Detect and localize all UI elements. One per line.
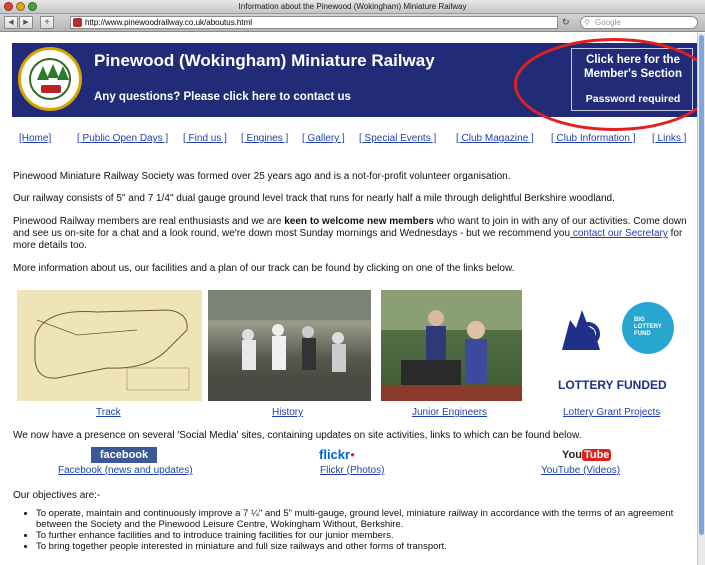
browser-toolbar: ◀ ▶ + http://www.pinewoodrailway.co.uk/a…	[0, 14, 705, 32]
history-photo[interactable]	[208, 290, 371, 401]
favicon-icon	[73, 18, 82, 27]
nav-engines[interactable]: [ Engines ]	[241, 133, 288, 144]
society-logo-icon[interactable]	[18, 47, 82, 111]
nav-club-information[interactable]: [ Club Information ]	[551, 133, 635, 144]
history-link[interactable]: History	[272, 407, 303, 418]
junior-engineers-photo[interactable]	[381, 290, 522, 401]
highlight-ring	[514, 38, 697, 131]
minimize-window-icon[interactable]	[16, 2, 25, 11]
members-text-1: Pinewood Railway members are real enthus…	[13, 216, 285, 227]
contact-us-link[interactable]: Any questions? Please click here to cont…	[94, 91, 351, 103]
history-crowd-drawing	[208, 290, 371, 401]
tree-icon	[57, 66, 69, 80]
list-item: To operate, maintain and continuously im…	[36, 508, 691, 530]
contact-secretary-link[interactable]: contact our Secretary	[570, 228, 668, 239]
nav-gallery[interactable]: [ Gallery ]	[302, 133, 345, 144]
flickr-dot-icon: ●	[350, 450, 355, 459]
flickr-logo-text: flickr	[319, 447, 351, 462]
nav-home[interactable]: [Home]	[19, 133, 51, 144]
site-title[interactable]: Pinewood (Wokingham) Miniature Railway	[94, 51, 435, 71]
flickr-logo[interactable]: flickr●	[319, 447, 355, 463]
scrollbar-thumb[interactable]	[699, 35, 704, 535]
track-link[interactable]: Track	[96, 407, 121, 418]
youtube-logo-tube: Tube	[581, 449, 612, 461]
track-plan-drawing	[34, 309, 190, 391]
nav-links[interactable]: [ Links ]	[652, 133, 686, 144]
social-media-intro: We now have a presence on several 'Socia…	[13, 430, 582, 441]
web-page: Pinewood (Wokingham) Miniature Railway A…	[0, 33, 697, 565]
nav-club-magazine[interactable]: [ Club Magazine ]	[456, 133, 534, 144]
list-item: To bring together people interested in m…	[36, 541, 691, 552]
page-scrollbar[interactable]	[697, 33, 705, 565]
youtube-link[interactable]: YouTube (Videos)	[541, 465, 620, 476]
big-lottery-fund-badge: BIG LOTTERY FUND	[634, 317, 662, 337]
lottery-grant-projects-link[interactable]: Lottery Grant Projects	[563, 407, 660, 418]
search-icon: ⚲	[584, 18, 590, 27]
window-titlebar: Information about the Pinewood (Wokingha…	[0, 0, 705, 14]
add-bookmark-icon[interactable]: +	[40, 16, 54, 29]
lottery-funded-label: LOTTERY FUNDED	[558, 378, 667, 392]
youtube-logo[interactable]: You Tube	[562, 447, 612, 463]
nav-special-events[interactable]: [ Special Events ]	[359, 133, 436, 144]
more-info-paragraph: More information about us, our facilitie…	[13, 263, 515, 274]
reload-icon[interactable]: ↻	[562, 16, 574, 29]
facebook-logo-text: facebook	[99, 449, 149, 461]
youtube-logo-you: You	[562, 449, 582, 461]
locomotive-icon	[41, 85, 61, 93]
zoom-window-icon[interactable]	[28, 2, 37, 11]
members-paragraph: Pinewood Railway members are real enthus…	[13, 216, 693, 252]
junior-engineers-drawing	[381, 290, 522, 401]
search-input[interactable]: ⚲ Google	[580, 16, 698, 29]
facebook-link[interactable]: Facebook (news and updates)	[58, 465, 193, 476]
lottery-funded-logo[interactable]: BIG LOTTERY FUND LOTTERY FUNDED	[548, 290, 678, 401]
nav-find-us[interactable]: [ Find us ]	[183, 133, 227, 144]
main-navigation: [Home] [ Public Open Days ] [ Find us ] …	[0, 133, 697, 147]
address-url: http://www.pinewoodrailway.co.uk/aboutus…	[85, 18, 253, 27]
track-paragraph: Our railway consists of 5" and 7 1/4" du…	[13, 193, 615, 204]
back-arrow-icon[interactable]: ◀	[4, 16, 18, 29]
nav-public-open-days[interactable]: [ Public Open Days ]	[77, 133, 168, 144]
facebook-logo[interactable]: facebook	[91, 447, 157, 463]
logo-emblem	[29, 58, 71, 100]
flickr-link[interactable]: Flickr (Photos)	[320, 465, 384, 476]
track-plan-image[interactable]	[17, 290, 202, 401]
window-title: Information about the Pinewood (Wokingha…	[238, 2, 467, 11]
welcome-emphasis: keen to welcome new members	[284, 216, 434, 227]
objectives-heading: Our objectives are:-	[13, 490, 101, 501]
list-item: To further enhance facilities and to int…	[36, 530, 691, 541]
search-placeholder: Google	[595, 18, 621, 27]
close-window-icon[interactable]	[4, 2, 13, 11]
objectives-list: To operate, maintain and continuously im…	[26, 508, 691, 552]
intro-paragraph: Pinewood Miniature Railway Society was f…	[13, 171, 511, 182]
forward-arrow-icon[interactable]: ▶	[19, 16, 33, 29]
address-bar[interactable]: http://www.pinewoodrailway.co.uk/aboutus…	[70, 16, 558, 29]
junior-engineers-link[interactable]: Junior Engineers	[412, 407, 487, 418]
